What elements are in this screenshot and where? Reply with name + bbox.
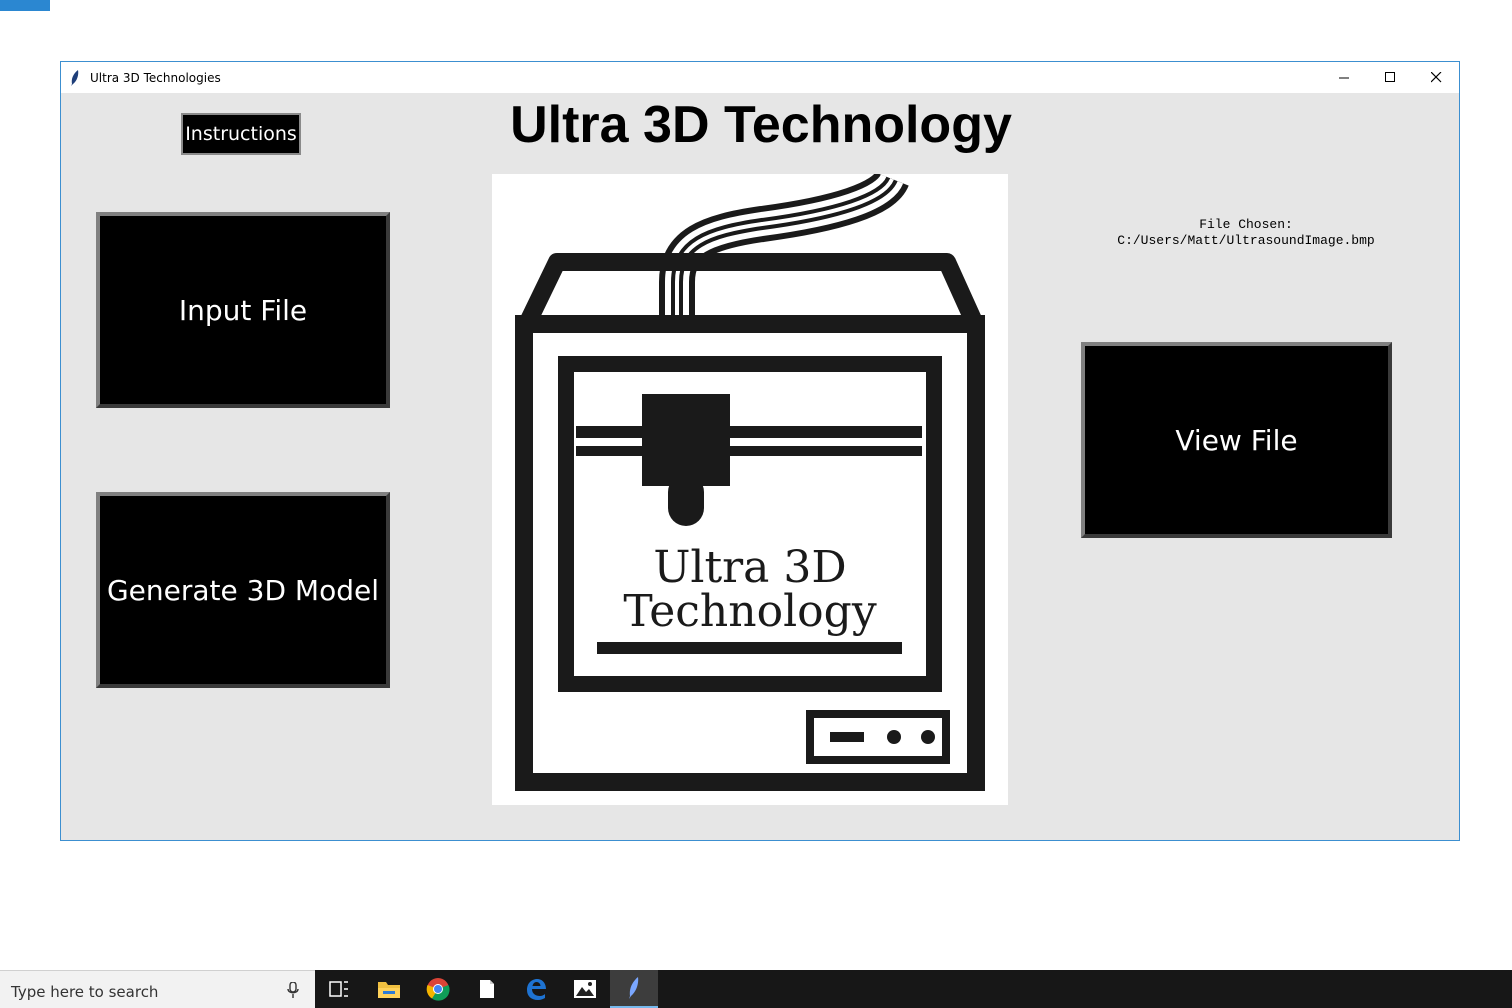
window-controls bbox=[1321, 62, 1459, 93]
title-bar[interactable]: Ultra 3D Technologies bbox=[61, 62, 1459, 93]
python-feather-icon[interactable] bbox=[610, 970, 658, 1008]
view-file-button[interactable]: View File bbox=[1081, 342, 1392, 538]
window-title: Ultra 3D Technologies bbox=[90, 70, 221, 85]
taskbar: Type here to search bbox=[0, 970, 1512, 1008]
input-file-button[interactable]: Input File bbox=[96, 212, 390, 408]
chrome-icon[interactable] bbox=[414, 970, 462, 1008]
task-view-icon[interactable] bbox=[315, 970, 363, 1008]
file-chosen-info: File Chosen: C:/Users/Matt/UltrasoundIma… bbox=[1101, 217, 1391, 249]
feather-icon bbox=[70, 69, 84, 87]
minimize-icon bbox=[1338, 77, 1349, 79]
file-explorer-icon[interactable] bbox=[365, 970, 413, 1008]
microphone-icon[interactable] bbox=[287, 981, 299, 1004]
corner-accent bbox=[0, 0, 50, 11]
generate-3d-model-button[interactable]: Generate 3D Model bbox=[96, 492, 390, 688]
close-icon bbox=[1430, 72, 1441, 83]
view-file-label: View File bbox=[1175, 423, 1298, 457]
logo-text-line2: Technology bbox=[623, 586, 877, 637]
minimize-button[interactable] bbox=[1321, 62, 1367, 93]
photos-icon[interactable] bbox=[561, 970, 609, 1008]
taskbar-search-box[interactable]: Type here to search bbox=[0, 970, 315, 1008]
generate-3d-model-label: Generate 3D Model bbox=[106, 573, 379, 607]
app-window: Ultra 3D Technologies Instructions Ultra… bbox=[60, 61, 1460, 841]
window-content: Instructions Ultra 3D Technology Input F… bbox=[61, 93, 1459, 841]
logo-image: Ultra 3D Technology bbox=[492, 170, 1008, 805]
maximize-button[interactable] bbox=[1367, 62, 1413, 93]
instructions-button[interactable]: Instructions bbox=[181, 113, 301, 155]
file-chosen-path: C:/Users/Matt/UltrasoundImage.bmp bbox=[1117, 233, 1375, 248]
input-file-label: Input File bbox=[178, 293, 308, 327]
edge-icon[interactable] bbox=[512, 970, 560, 1008]
search-placeholder: Type here to search bbox=[11, 983, 159, 1001]
notepad-icon[interactable] bbox=[463, 970, 511, 1008]
page-title: Ultra 3D Technology bbox=[510, 96, 1012, 154]
3d-printer-logo-icon: Ultra 3D Technology bbox=[515, 170, 985, 791]
file-chosen-label: File Chosen: bbox=[1199, 217, 1293, 232]
maximize-icon bbox=[1384, 72, 1395, 82]
close-button[interactable] bbox=[1413, 62, 1459, 93]
